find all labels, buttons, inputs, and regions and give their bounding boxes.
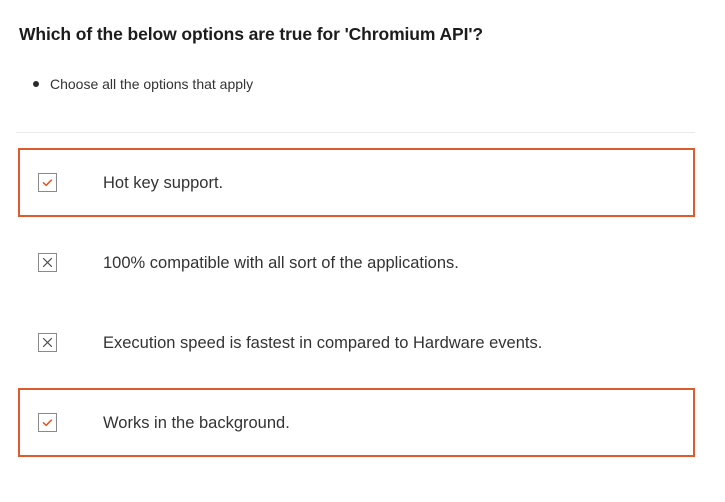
checkbox-checked[interactable] [38,173,57,192]
bullet-icon [33,81,39,87]
instruction-item: Choose all the options that apply [30,74,253,94]
option-2[interactable]: 100% compatible with all sort of the app… [18,228,695,297]
cross-icon [42,257,53,268]
option-label: Execution speed is fastest in compared t… [103,334,543,352]
question-title: Which of the below options are true for … [19,24,483,44]
check-icon [42,419,53,427]
divider [16,132,695,133]
instructions-list: Choose all the options that apply [30,74,253,94]
checkbox-checked[interactable] [38,413,57,432]
option-label: Hot key support. [103,174,224,192]
check-icon [42,179,53,187]
option-1[interactable]: Hot key support. [18,148,695,217]
checkbox-crossed[interactable] [38,253,57,272]
option-4[interactable]: Works in the background. [18,388,695,457]
option-label: 100% compatible with all sort of the app… [103,254,459,272]
option-label: Works in the background. [103,414,290,432]
instruction-text: Choose all the options that apply [50,76,254,92]
checkbox-crossed[interactable] [38,333,57,352]
option-3[interactable]: Execution speed is fastest in compared t… [18,308,695,377]
cross-icon [42,337,53,348]
